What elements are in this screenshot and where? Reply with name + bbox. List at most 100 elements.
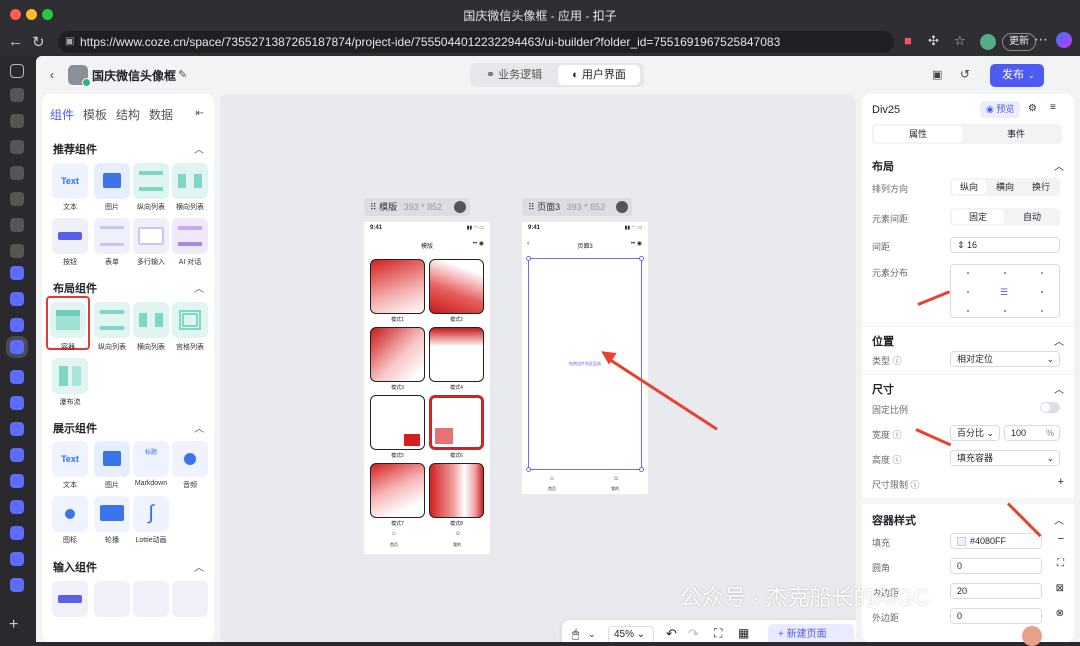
tab-favicon-8[interactable] (10, 266, 24, 280)
tab-templates[interactable]: 模板 (83, 108, 107, 122)
back-icon[interactable]: ← (8, 33, 23, 50)
tile-6[interactable] (429, 395, 484, 450)
comp-lottie[interactable]: ∫ (133, 496, 169, 532)
tab-favicon-17[interactable] (10, 526, 24, 540)
tab-logic[interactable]: ⚭ 业务逻辑 (474, 65, 554, 85)
comp-carousel[interactable] (94, 496, 130, 532)
distribution-grid[interactable]: ☰ (950, 264, 1060, 318)
tile-4[interactable] (429, 327, 484, 382)
fill-color-input[interactable]: #4080FF (950, 533, 1042, 549)
tab-favicon-18[interactable] (10, 552, 24, 566)
comp-input-select[interactable] (172, 581, 208, 617)
tile-2[interactable] (429, 259, 484, 314)
assistant-avatar[interactable] (1022, 626, 1042, 646)
tab-structure[interactable]: 结构 (116, 108, 140, 122)
margin-sides-icon[interactable]: ⊗ (1056, 608, 1064, 619)
reload-icon[interactable]: ↻ (32, 33, 45, 51)
dist-dot[interactable] (1041, 310, 1043, 312)
comp-button[interactable] (52, 218, 88, 254)
profile-tab-icon[interactable]: ☺ (455, 531, 461, 537)
height-select[interactable]: 填充容器 ⌄ (950, 450, 1060, 466)
phone-template[interactable]: 9:41 ▮▮ ◠ ▭ 模版 •• ◉ 模式1 模式2 模式3 模式4 模式5 … (364, 222, 490, 554)
phone-page3[interactable]: 9:41 ▮▮ ◠ ▭ ‹ 页面3 •• ◉ 拖拽组件到此容器 ⌂ 首页 ☺ 我… (522, 222, 648, 494)
dist-dot[interactable] (967, 310, 969, 312)
undo-icon[interactable]: ↶ (666, 626, 677, 642)
update-button[interactable]: 更新 (1002, 33, 1036, 51)
width-input[interactable]: 100% (1004, 425, 1060, 441)
selected-container[interactable]: 拖拽组件到此容器 (526, 256, 644, 472)
comp-grid[interactable] (172, 302, 208, 338)
grid-view-icon[interactable]: ▦ (738, 626, 749, 640)
resize-handle[interactable] (526, 256, 531, 261)
play-frame-icon[interactable] (454, 201, 466, 213)
fit-screen-icon[interactable]: ⛶ (714, 626, 722, 641)
publish-button[interactable]: 发布 ⌄ (990, 64, 1044, 87)
history-icon[interactable]: ↺ (960, 67, 970, 81)
chevron-up-icon[interactable]: ︿ (1054, 512, 1064, 527)
tab-favicon-19[interactable] (10, 578, 24, 592)
tab-favicon-5[interactable] (10, 192, 24, 206)
tab-favicon-4[interactable] (10, 166, 24, 180)
tile-7[interactable] (370, 463, 425, 518)
tab-data[interactable]: 数据 (149, 108, 173, 122)
zoom-select[interactable]: 45% ⌄ (608, 626, 654, 642)
dir-vertical[interactable]: 纵向 (952, 180, 986, 194)
dist-dot[interactable] (1041, 291, 1043, 293)
tab-favicon-13[interactable] (10, 422, 24, 436)
more-icon[interactable]: ⋯ (1034, 31, 1048, 48)
tab-favicon-active[interactable] (10, 340, 24, 354)
chevron-up-icon[interactable]: ︿ (194, 280, 204, 295)
redo-icon[interactable]: ↷ (688, 626, 699, 642)
tile-3[interactable] (370, 327, 425, 382)
chevron-up-icon[interactable]: ︿ (1054, 381, 1064, 396)
back-arrow-icon[interactable]: ‹ (50, 68, 54, 82)
tile-5[interactable] (370, 395, 425, 450)
tab-favicon-11[interactable] (10, 370, 24, 384)
comp-input-field[interactable] (133, 581, 169, 617)
tab-properties[interactable]: 属性 (874, 126, 962, 142)
dist-dot[interactable] (967, 272, 969, 274)
tab-favicon-2[interactable] (10, 114, 24, 128)
comp-form[interactable] (94, 218, 130, 254)
profile-tab-icon[interactable]: ☺ (613, 476, 619, 482)
favorites-icon[interactable]: ☆ (954, 33, 966, 49)
comp-icon[interactable] (52, 496, 88, 532)
comp-container[interactable] (50, 302, 86, 338)
tile-1[interactable] (370, 259, 425, 314)
padding-input[interactable]: 20 (950, 583, 1042, 599)
tab-favicon-7[interactable] (10, 244, 24, 258)
add-limit-icon[interactable]: + (1058, 476, 1064, 488)
dist-active-icon[interactable]: ☰ (1000, 287, 1008, 298)
tab-favicon-14[interactable] (10, 448, 24, 462)
margin-input[interactable]: 0 (950, 608, 1042, 624)
comp-input-form[interactable] (94, 581, 130, 617)
frame-tag-template[interactable]: ⠿ 模版 393 * 852 (364, 198, 470, 216)
new-page-button[interactable]: + 新建页面 (768, 624, 854, 642)
comp-markdown[interactable]: 标题 (133, 441, 169, 477)
radius-input[interactable]: 0 (950, 558, 1042, 574)
menu-icon[interactable]: ≡ (1050, 102, 1056, 113)
tab-favicon-6[interactable] (10, 218, 24, 232)
tab-favicon-15[interactable] (10, 474, 24, 488)
dir-wrap[interactable]: 换行 (1024, 180, 1058, 194)
tabs-icon[interactable] (10, 64, 24, 78)
comp-layout-hlist[interactable] (133, 302, 169, 338)
dist-dot[interactable] (967, 291, 969, 293)
chevron-up-icon[interactable]: ︿ (194, 141, 204, 156)
gear-icon[interactable]: ⚙ (1028, 103, 1037, 114)
tab-favicon-1[interactable] (10, 88, 24, 102)
dist-dot[interactable] (1041, 272, 1043, 274)
edit-icon[interactable]: ✎ (178, 68, 187, 81)
comp-input-button[interactable] (52, 581, 88, 617)
comp-audio[interactable] (172, 441, 208, 477)
comp-image[interactable] (94, 163, 130, 199)
pointer-icon[interactable]: 🖱 (572, 627, 579, 642)
home-tab-icon[interactable]: ⌂ (392, 531, 396, 537)
position-type-select[interactable]: 相对定位 ⌄ (950, 351, 1060, 367)
resize-handle[interactable] (639, 256, 644, 261)
pointer-chevron-icon[interactable]: ⌄ (588, 629, 596, 640)
dist-dot[interactable] (1004, 272, 1006, 274)
puzzle-icon[interactable]: ✣ (928, 33, 939, 49)
color-swatch[interactable] (957, 537, 966, 547)
comp-textarea[interactable] (133, 218, 169, 254)
